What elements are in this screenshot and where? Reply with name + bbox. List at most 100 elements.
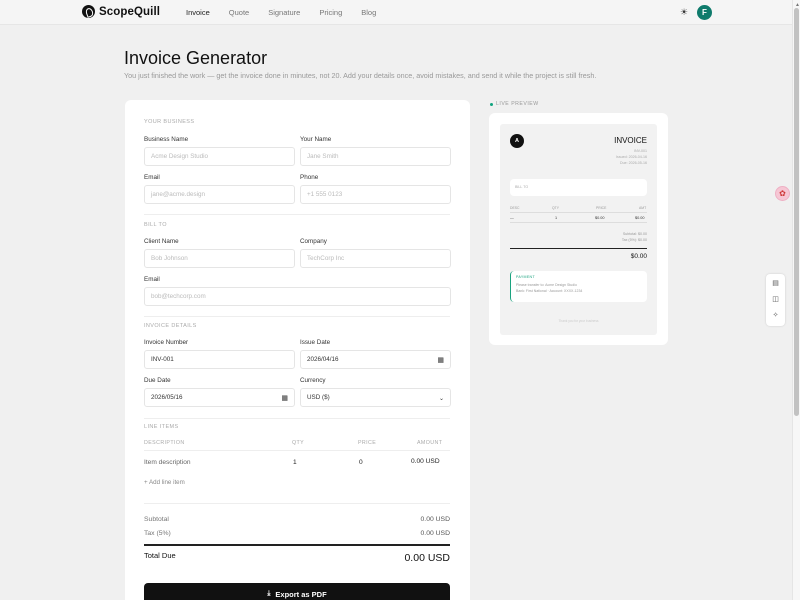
brand-logo[interactable]: ScopeQuill (82, 5, 160, 18)
live-preview-card: A INVOICE INV-001 Issued: 2026-04-16 Due… (489, 113, 668, 345)
your-name-input[interactable]: Jane Smith (300, 147, 451, 166)
tax-value: 0.00 USD (420, 530, 450, 537)
export-pdf-button[interactable]: ⤓ Export as PDF (144, 583, 450, 600)
add-line-item-label: Add line item (149, 479, 185, 486)
live-preview-title: LIVE PREVIEW (490, 101, 539, 107)
business-name-label: Business Name (144, 136, 189, 143)
preview-payment-title: PAYMENT (516, 275, 535, 279)
section-title-your-business: YOUR BUSINESS (144, 119, 195, 125)
due-date-value: 2026/05/16 (151, 394, 183, 401)
business-email-label: Email (144, 174, 160, 181)
section-title-line-items: LINE ITEMS (144, 424, 179, 430)
translate-extension-icon[interactable]: ✿ (775, 186, 790, 201)
company-input[interactable]: TechCorp Inc (300, 249, 451, 268)
business-name-input[interactable]: Acme Design Studio (144, 147, 295, 166)
page-title: Invoice Generator (124, 48, 268, 68)
section-divider (144, 214, 450, 215)
nav-link-signature[interactable]: Signature (268, 8, 300, 17)
preview-bill-to: BILL TO (510, 179, 647, 196)
due-date-input[interactable]: 2026/05/16 ▦ (144, 388, 295, 407)
nav-links: Invoice Quote Signature Pricing Blog (186, 8, 395, 17)
nav-link-blog[interactable]: Blog (361, 8, 376, 17)
column-header-amount: AMOUNT (417, 440, 443, 446)
phone-label: Phone (300, 174, 319, 181)
issue-date-input[interactable]: 2026/04/16 ▦ (300, 350, 451, 369)
total-due-label: Total Due (144, 551, 176, 560)
calendar-icon[interactable]: ▦ (437, 356, 444, 364)
currency-select[interactable]: USD ($) ⌄ (300, 388, 451, 407)
live-preview-label: LIVE PREVIEW (496, 101, 539, 107)
preview-col-qty: QTY (552, 206, 559, 210)
section-divider (144, 316, 450, 317)
tax-label: Tax (5%) (144, 530, 171, 537)
preview-row-price: $0.00 (595, 216, 605, 220)
line-item-description[interactable]: Item description (144, 459, 191, 466)
preview-invoice-number: INV-001 (634, 149, 647, 153)
preview-footer: Thank you for your business (558, 319, 599, 323)
user-avatar[interactable]: F (697, 5, 712, 20)
section-title-invoice-details: INVOICE DETAILS (144, 323, 197, 329)
sidebar-icon[interactable]: ◫ (772, 296, 779, 304)
chevron-down-icon: ⌄ (438, 396, 444, 402)
calendar-icon[interactable]: ▦ (281, 394, 288, 402)
nav-link-pricing[interactable]: Pricing (319, 8, 342, 17)
table-header-divider (144, 450, 450, 451)
issue-date-value: 2026/04/16 (307, 356, 339, 363)
preview-payment-box: PAYMENT Please transfer to: Acme Design … (510, 271, 647, 302)
client-email-input[interactable]: bob@techcorp.com (144, 287, 451, 306)
client-name-label: Client Name (144, 238, 179, 245)
subtotal-label: Subtotal (144, 516, 169, 523)
top-nav: ScopeQuill Invoice Quote Signature Prici… (0, 0, 792, 25)
phone-input[interactable]: +1 555 0123 (300, 185, 451, 204)
currency-label: Currency (300, 377, 326, 384)
preview-row-desc: — (510, 216, 514, 220)
invoice-number-label: Invoice Number (144, 339, 189, 346)
page-scrollbar[interactable]: ▲ (792, 0, 800, 600)
add-line-item-button[interactable]: + Add line item (144, 479, 185, 486)
line-item-price[interactable]: 0 (359, 459, 363, 466)
preview-subtotal: Subtotal: $0.00 (622, 232, 647, 236)
business-email-input[interactable]: jane@acme.design (144, 185, 295, 204)
preview-row-line (510, 222, 647, 223)
invoice-number-input[interactable]: INV-001 (144, 350, 295, 369)
scroll-thumb[interactable] (794, 8, 799, 416)
due-date-label: Due Date (144, 377, 171, 384)
nav-link-invoice[interactable]: Invoice (186, 8, 210, 17)
your-name-label: Your Name (300, 136, 332, 143)
column-header-description: DESCRIPTION (144, 440, 185, 446)
currency-value: USD ($) (307, 394, 330, 401)
preview-issue-date: Issued: 2026-04-16 (616, 155, 647, 159)
sparkle-icon[interactable]: ✧ (773, 312, 779, 320)
theme-toggle-sun-icon[interactable]: ☀ (680, 8, 689, 17)
live-dot-icon (490, 102, 493, 106)
section-title-bill-to: BILL TO (144, 222, 167, 228)
preview-header-line (510, 212, 647, 213)
summary-divider (144, 503, 450, 504)
preview-row-amt: $0.00 (635, 216, 645, 220)
side-toolbar: ▤ ◫ ✧ (766, 274, 785, 326)
preview-total-line (510, 248, 647, 249)
client-email-label: Email (144, 276, 160, 283)
preview-logo: A (510, 134, 524, 148)
preview-col-desc: DESC (510, 206, 520, 210)
company-label: Company (300, 238, 327, 245)
line-item-amount: 0.00 USD (411, 458, 440, 465)
preview-tax: Tax (5%): $0.00 (621, 238, 647, 242)
invoice-form-card: YOUR BUSINESS Business Name Acme Design … (125, 100, 470, 600)
brand-name: ScopeQuill (99, 5, 161, 18)
quill-icon (82, 5, 95, 18)
preview-total: $0.00 (630, 253, 647, 260)
export-pdf-label: Export as PDF (275, 589, 327, 599)
column-header-price: PRICE (358, 440, 377, 446)
section-divider (144, 418, 450, 419)
line-item-qty[interactable]: 1 (293, 459, 297, 466)
client-name-input[interactable]: Bob Johnson (144, 249, 295, 268)
invoice-preview-paper: A INVOICE INV-001 Issued: 2026-04-16 Due… (500, 124, 657, 335)
nav-link-quote[interactable]: Quote (229, 8, 249, 17)
document-icon[interactable]: ▤ (772, 280, 779, 288)
download-icon: ⤓ (267, 590, 271, 597)
preview-payment-line: Bank: First National · Account: XXXX-123… (516, 289, 583, 293)
preview-col-amt: AMT (639, 206, 647, 210)
total-due-value: 0.00 USD (404, 552, 450, 564)
preview-invoice-title: INVOICE (614, 136, 647, 145)
